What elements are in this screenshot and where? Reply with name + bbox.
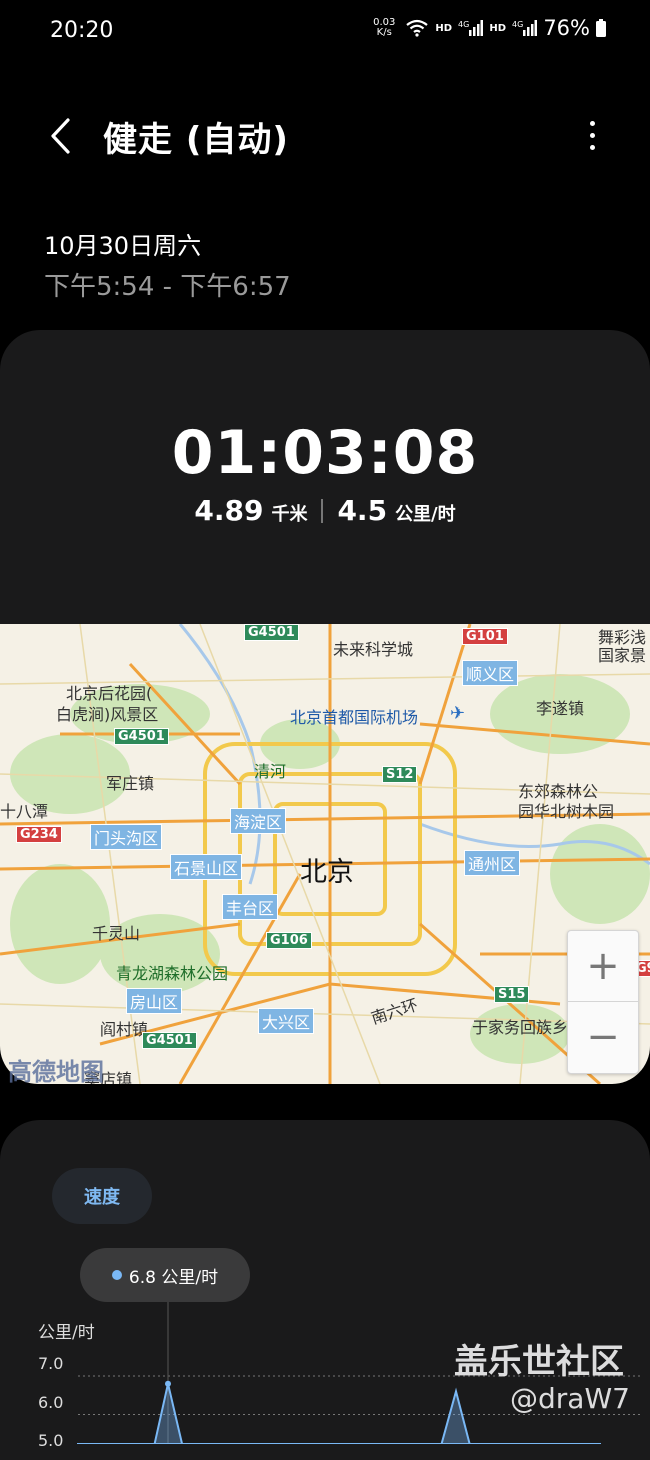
road-g234: G234 xyxy=(16,826,62,843)
network-type: 4G xyxy=(458,20,469,29)
summary-metrics: 4.89 千米 4.5 公里/时 xyxy=(0,494,650,527)
map-label: 白虎涧)风景区 xyxy=(56,701,158,725)
zoom-out-button[interactable]: − xyxy=(568,1001,638,1072)
session-date: 10月30日周六 xyxy=(44,226,201,261)
duration-value: 01:03:08 xyxy=(0,418,650,488)
map-label: 通州区 xyxy=(464,850,520,876)
net-speed-unit: K/s xyxy=(373,28,395,38)
distance-value: 4.89 xyxy=(194,494,263,527)
route-map[interactable]: G4501 G101 未来科学城 舞彩浅 国家景 顺义区 北京后花园( 白虎涧)… xyxy=(0,624,650,1084)
battery-icon xyxy=(596,19,606,37)
chevron-left-icon xyxy=(49,118,71,154)
status-time: 20:20 xyxy=(50,18,113,43)
back-button[interactable] xyxy=(38,110,82,162)
map-label: 十八潭 xyxy=(0,798,48,822)
map-zoom-control: + − xyxy=(567,930,639,1074)
signal-icon-2: 4G xyxy=(512,20,537,36)
map-label: 大兴区 xyxy=(258,1008,314,1034)
map-label: 李遂镇 xyxy=(536,695,584,719)
map-center-label: 北京 xyxy=(300,850,354,889)
map-label: 门头沟区 xyxy=(90,824,162,850)
map-label: 国家景 xyxy=(598,642,646,666)
map-label: 丰台区 xyxy=(222,894,278,920)
wifi-icon xyxy=(405,19,429,37)
distance-unit: 千米 xyxy=(271,500,307,526)
speed-tooltip: 6.8 公里/时 xyxy=(80,1248,250,1302)
road-g4501: G4501 xyxy=(114,728,169,745)
road-g101: G101 xyxy=(462,628,508,645)
map-label: 海淀区 xyxy=(230,808,286,834)
map-label: 石景山区 xyxy=(170,854,242,880)
amap-logo: 高德地图 xyxy=(8,1052,104,1087)
map-label: 北京首都国际机场 xyxy=(290,704,418,728)
metric-divider xyxy=(321,499,323,523)
hd-badge: HD xyxy=(435,23,452,34)
road-g106: G106 xyxy=(266,932,312,949)
map-label: 顺义区 xyxy=(462,660,518,686)
map-label: 房山区 xyxy=(126,988,182,1014)
more-dot-icon xyxy=(590,133,595,138)
signal-icon: 4G xyxy=(458,20,483,36)
battery-percent: 76% xyxy=(543,16,590,40)
road-g4501: G4501 xyxy=(142,1032,197,1049)
road-s15: S15 xyxy=(494,986,529,1003)
map-label: 于家务回族乡 xyxy=(472,1014,568,1038)
map-label: 未来科学城 xyxy=(333,636,413,660)
more-dot-icon xyxy=(590,121,595,126)
map-label: 清河 xyxy=(254,758,286,782)
avg-speed-value: 4.5 xyxy=(337,494,387,527)
speed-point xyxy=(165,1381,171,1387)
map-label: 千灵山 xyxy=(92,920,140,944)
map-label: 阎村镇 xyxy=(100,1016,148,1040)
road-s12: S12 xyxy=(382,766,417,783)
session-time-range: 下午5:54 - 下午6:57 xyxy=(44,266,291,303)
network-type-2: 4G xyxy=(512,20,523,29)
hd-badge-2: HD xyxy=(489,23,506,34)
status-icons: 0.03 K/s HD 4G HD 4G 76% xyxy=(373,16,606,40)
page-title: 健走 (自动) xyxy=(103,112,289,161)
zoom-in-button[interactable]: + xyxy=(568,931,638,1001)
avg-speed-unit: 公里/时 xyxy=(395,500,456,526)
watermark-handle: @draW7 xyxy=(510,1382,630,1415)
net-speed: 0.03 K/s xyxy=(373,18,395,38)
watermark: 盖乐世社区 xyxy=(454,1334,624,1383)
map-label: 青龙湖森林公园 xyxy=(116,960,228,984)
speed-tab[interactable]: 速度 xyxy=(52,1168,152,1224)
road-g4501: G4501 xyxy=(244,624,299,641)
airport-icon: ✈ xyxy=(450,703,465,724)
tooltip-dot-icon xyxy=(112,1270,122,1280)
map-label: 园华北树木园 xyxy=(518,798,614,822)
map-label: 军庄镇 xyxy=(106,770,154,794)
more-options-button[interactable] xyxy=(578,112,606,158)
more-dot-icon xyxy=(590,145,595,150)
tooltip-text: 6.8 公里/时 xyxy=(129,1263,218,1288)
